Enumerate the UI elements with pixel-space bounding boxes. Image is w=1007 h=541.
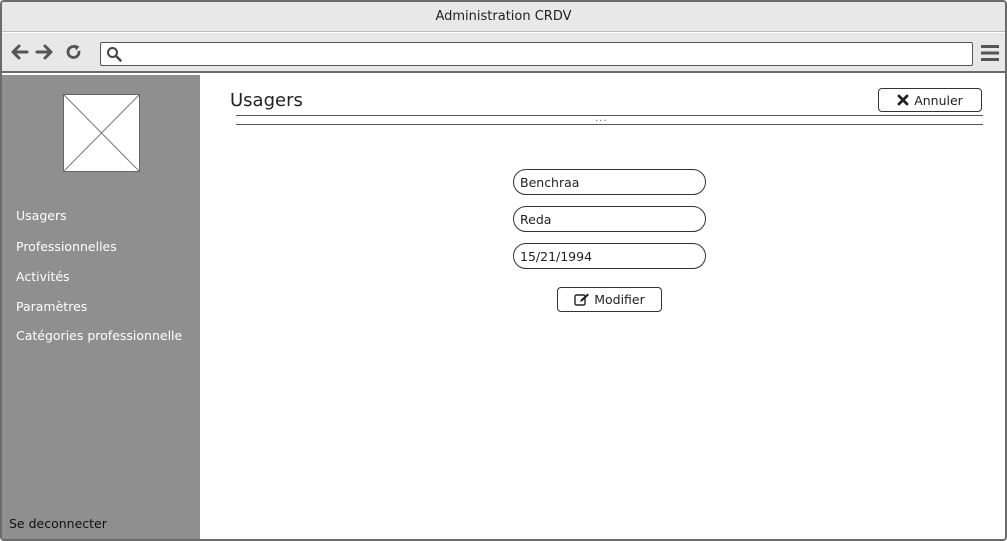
sidebar-item-professionnelles[interactable]: Professionnelles [16, 239, 117, 254]
modify-button[interactable]: Modifier [557, 287, 662, 312]
logout-link[interactable]: Se deconnecter [9, 516, 107, 531]
reload-icon[interactable] [64, 42, 84, 62]
cancel-button[interactable]: Annuler [878, 88, 982, 112]
sidebar: Usagers Professionnelles Activités Param… [2, 75, 200, 539]
sidebar-item-usagers[interactable]: Usagers [16, 208, 67, 223]
close-icon [897, 94, 909, 106]
arrow-right-icon[interactable] [34, 42, 54, 62]
birth-date-field[interactable] [513, 243, 706, 269]
url-input[interactable] [127, 45, 967, 63]
sidebar-item-activites[interactable]: Activités [16, 269, 70, 284]
title-divider-bottom [236, 124, 983, 125]
address-bar[interactable] [100, 42, 973, 66]
page-title: Usagers [230, 90, 303, 111]
window-titlebar: Administration CRDV [2, 2, 1005, 32]
browser-window: Administration CRDV Usagers Professionne… [0, 0, 1007, 541]
browser-toolbar [2, 33, 1005, 73]
hamburger-menu-icon[interactable] [980, 44, 1000, 62]
main-content: Usagers Annuler ... Modifier [200, 75, 1005, 539]
modify-button-label: Modifier [594, 292, 645, 307]
title-divider-top [236, 115, 983, 116]
sidebar-item-parametres[interactable]: Paramètres [16, 299, 87, 314]
sidebar-item-categories-professionnelle[interactable]: Catégories professionnelle [16, 328, 182, 343]
arrow-left-icon[interactable] [10, 42, 30, 62]
search-icon [106, 46, 122, 62]
edit-icon [574, 293, 590, 306]
last-name-field[interactable] [513, 169, 706, 195]
first-name-field[interactable] [513, 206, 706, 232]
cancel-button-label: Annuler [914, 92, 963, 108]
window-title: Administration CRDV [435, 9, 572, 24]
divider-handle[interactable]: ... [595, 113, 608, 124]
logo-image-placeholder [63, 94, 140, 172]
